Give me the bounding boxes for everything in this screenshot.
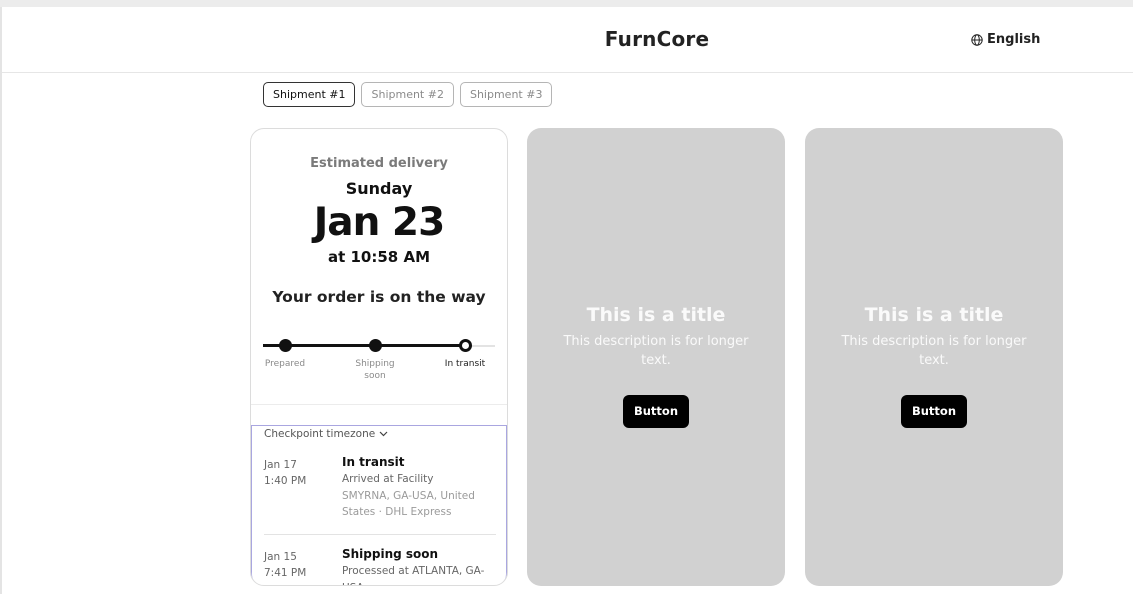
promo-description: This description is for longer text.	[563, 334, 749, 368]
estimated-delivery-label: Estimated delivery	[310, 156, 448, 171]
order-status-message: Your order is on the way	[272, 288, 486, 306]
promo-button[interactable]: Button	[901, 395, 967, 428]
checkpoint-title: In transit	[342, 455, 405, 469]
checkpoint-date: Jan 15	[264, 551, 297, 563]
step-label-in-transit: In transit	[444, 359, 486, 369]
checkpoint-timezone-label: Checkpoint timezone	[264, 428, 376, 440]
globe-icon	[971, 33, 983, 46]
delivery-day: Sunday	[345, 179, 413, 198]
checkpoint-title: Shipping soon	[342, 547, 439, 561]
checkpoint-description: Processed at ATLANTA, GA-USA	[342, 565, 485, 585]
step-label-prepared: Prepared	[264, 359, 306, 369]
site-header: FurnCore English	[2, 7, 1133, 73]
language-selector[interactable]: English	[971, 32, 1040, 47]
checkpoint-details: In transit Arrived at Facility SMYRNA, G…	[342, 454, 496, 521]
checkpoint-time: 1:40 PM	[264, 475, 307, 487]
window-top-strip	[0, 0, 1133, 7]
progress-node-prepared	[279, 339, 292, 352]
brand-logo-text[interactable]: FurnCore	[2, 27, 1133, 51]
delivery-card: Estimated delivery Sunday Jan 23 at 10:5…	[250, 128, 508, 586]
promo-title: This is a title	[864, 304, 1004, 326]
section-divider	[251, 404, 507, 405]
tab-shipment-1[interactable]: Shipment #1	[263, 82, 356, 107]
language-label: English	[987, 32, 1041, 47]
checkpoint-details: Shipping soon Processed at ATLANTA, GA-U…	[342, 546, 496, 585]
tab-shipment-3[interactable]: Shipment #3	[459, 82, 553, 107]
shipment-tabs: Shipment #1 Shipment #2 Shipment #3	[263, 82, 558, 107]
progress-node-shipping-soon	[369, 339, 382, 352]
promo-card: This is a title This description is for …	[527, 128, 785, 586]
checkpoint-date: Jan 17	[264, 459, 297, 471]
window-left-edge	[0, 7, 2, 594]
checkpoint-separator	[264, 534, 496, 535]
checkpoint-time: 7:41 PM	[264, 567, 307, 579]
promo-title: This is a title	[586, 304, 726, 326]
promo-description: This description is for longer text.	[841, 334, 1027, 368]
promo-button[interactable]: Button	[623, 395, 689, 428]
step-label-shipping-soon: Shipping soon	[355, 359, 395, 381]
checkpoint-description: Arrived at Facility	[342, 473, 434, 485]
checkpoint-datetime: Jan 15 7:41 PM	[264, 549, 334, 581]
progress-node-in-transit	[459, 339, 472, 352]
checkpoint-location: SMYRNA, GA-USA, United States · DHL Expr…	[342, 489, 475, 519]
checkpoint-timezone-dropdown[interactable]: Checkpoint timezone	[264, 428, 388, 440]
chevron-down-icon	[379, 431, 388, 437]
checkpoint-list[interactable]: Checkpoint timezone Jan 17 1:40 PM In tr…	[251, 425, 507, 585]
progress-fill	[263, 344, 467, 347]
promo-card: This is a title This description is for …	[805, 128, 1063, 586]
tab-shipment-2[interactable]: Shipment #2	[361, 82, 454, 107]
checkpoint-datetime: Jan 17 1:40 PM	[264, 457, 334, 489]
delivery-date: Jan 23	[313, 200, 445, 245]
delivery-time: at 10:58 AM	[327, 248, 431, 266]
